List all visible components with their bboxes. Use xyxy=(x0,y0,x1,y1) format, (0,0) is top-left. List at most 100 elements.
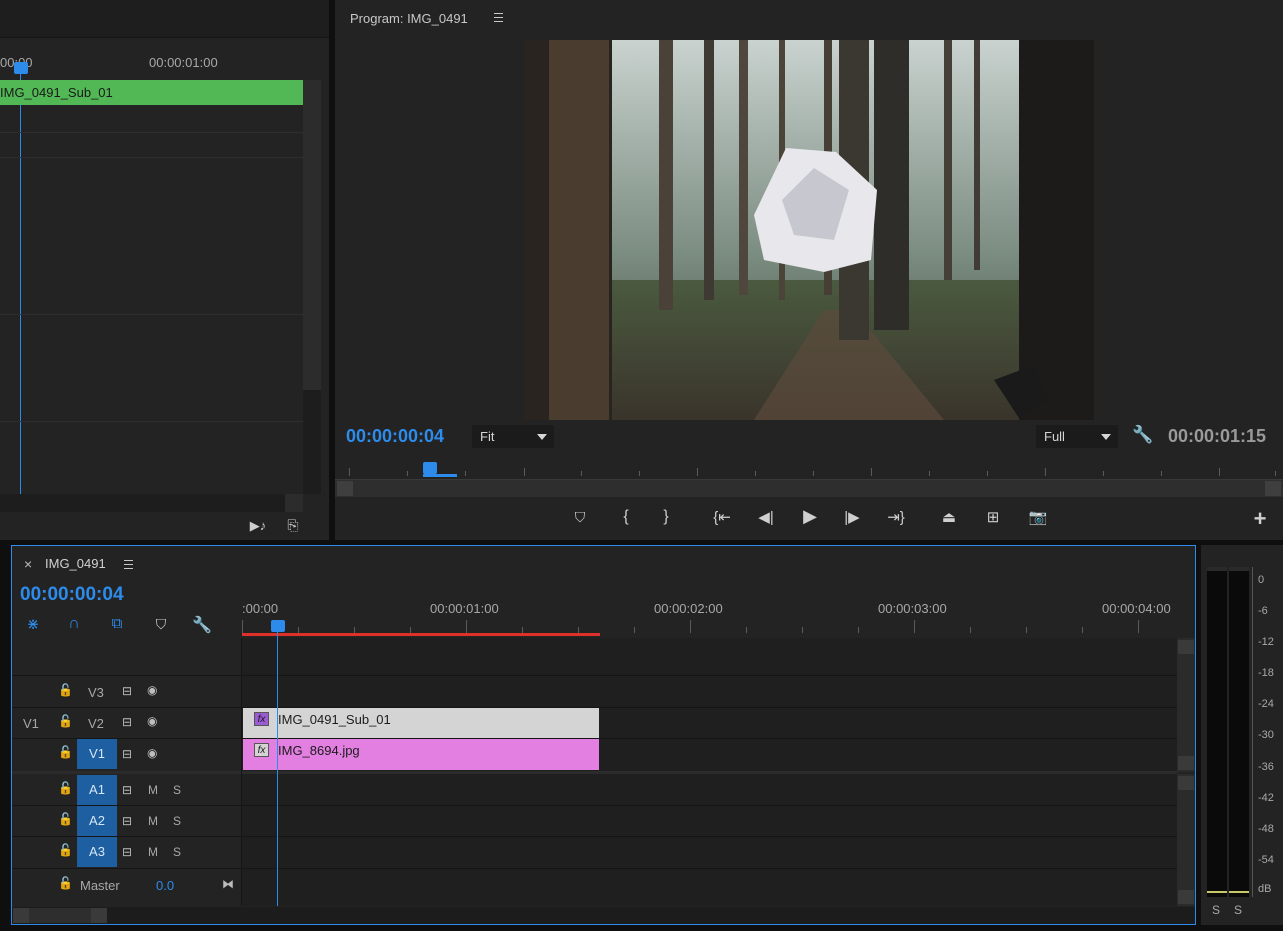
track-label-v2[interactable]: V2 xyxy=(88,716,104,731)
program-scroll-handle-right[interactable] xyxy=(1265,481,1281,496)
quality-select[interactable]: Full xyxy=(1036,425,1118,448)
program-timecode-duration: 00:00:01:15 xyxy=(1168,426,1267,446)
source-patch-v1[interactable]: V1 xyxy=(23,716,39,731)
solo-button-a1[interactable]: S xyxy=(173,783,181,797)
wrench-icon[interactable]: 🔧 xyxy=(192,615,212,635)
sync-lock-icon[interactable]: ⊟ xyxy=(122,845,132,859)
lock-icon[interactable]: 🔓 xyxy=(58,843,73,857)
program-timecode-current[interactable]: 00:00:00:04 xyxy=(346,426,444,447)
lock-icon[interactable]: 🔓 xyxy=(58,876,73,890)
track-target-v1[interactable]: V1 xyxy=(77,739,117,769)
work-area-bar[interactable] xyxy=(242,633,600,636)
lift-icon[interactable]: ⏏ xyxy=(936,508,962,526)
source-vertical-scrollbar[interactable] xyxy=(303,80,321,494)
source-ruler-mid: 00:00:01:00 xyxy=(149,55,218,70)
sync-lock-icon[interactable]: ⊟ xyxy=(122,783,132,797)
row-divider xyxy=(12,675,1177,676)
chevron-down-icon xyxy=(537,434,547,440)
solo-left-button[interactable]: S xyxy=(1212,903,1220,917)
insert-icon[interactable]: ▶♪ xyxy=(248,518,268,534)
sequence-tab-title[interactable]: IMG_0491 xyxy=(45,556,106,571)
go-to-in-icon[interactable]: {⇤ xyxy=(709,508,735,526)
add-marker-icon[interactable]: ⛉ xyxy=(151,616,171,633)
source-playhead-handle[interactable] xyxy=(14,62,28,74)
sync-lock-icon[interactable]: ⊟ xyxy=(122,715,132,729)
source-horizontal-scroll-thumb[interactable] xyxy=(0,494,285,512)
step-forward-icon[interactable]: |▶ xyxy=(841,508,863,526)
lock-icon[interactable]: 🔓 xyxy=(58,714,73,728)
timeline-horizontal-scrollbar[interactable] xyxy=(12,907,1195,924)
extract-icon[interactable]: ⊞ xyxy=(980,508,1006,526)
mark-in-icon[interactable]: { xyxy=(616,508,636,526)
meter-scale-24: -24 xyxy=(1258,698,1274,710)
clip-v2-label: IMG_0491_Sub_01 xyxy=(278,712,391,727)
program-monitor: Program: IMG_0491 00:00:00:04 Fit Full 🔧… xyxy=(335,0,1283,540)
program-mini-ruler[interactable] xyxy=(335,460,1283,480)
mute-button-a1[interactable]: M xyxy=(148,783,158,797)
sync-lock-icon[interactable]: ⊟ xyxy=(122,814,132,828)
overwrite-icon[interactable]: ⎘ xyxy=(283,517,303,534)
lock-icon[interactable]: 🔓 xyxy=(58,683,73,697)
lock-icon[interactable]: 🔓 xyxy=(58,781,73,795)
hamburger-icon[interactable] xyxy=(124,560,133,569)
clip-v1[interactable]: fx IMG_8694.jpg xyxy=(243,739,599,770)
sync-lock-icon[interactable]: ⊟ xyxy=(122,684,132,698)
audio-meter-left-channel xyxy=(1207,567,1227,897)
fx-badge: fx xyxy=(254,712,269,726)
header-column-divider xyxy=(241,638,242,906)
add-marker-icon[interactable]: ⛉ xyxy=(570,509,590,526)
lock-icon[interactable]: 🔓 xyxy=(58,745,73,759)
lock-icon[interactable]: 🔓 xyxy=(58,812,73,826)
mute-button-a3[interactable]: M xyxy=(148,845,158,859)
source-vertical-scroll-thumb[interactable] xyxy=(303,390,321,494)
timeline-playhead-handle[interactable] xyxy=(271,620,285,632)
sync-lock-icon[interactable]: ⊟ xyxy=(122,747,132,761)
track-target-a2[interactable]: A2 xyxy=(77,806,117,836)
program-zoom-scrollbar[interactable] xyxy=(335,480,1283,497)
timeline-vertical-scrollbar-audio[interactable] xyxy=(1177,774,1195,906)
nest-toggle-icon[interactable]: ⋇ xyxy=(22,615,44,633)
fit-select-value: Fit xyxy=(480,429,495,444)
timeline-ruler[interactable]: :00:00 00:00:01:00 00:00:02:00 00:00:03:… xyxy=(242,598,1177,636)
timeline-vertical-scrollbar-video[interactable] xyxy=(1177,638,1195,772)
program-monitor-title: Program: IMG_0491 xyxy=(350,11,468,26)
solo-button-a3[interactable]: S xyxy=(173,845,181,859)
eye-icon[interactable]: ◉ xyxy=(147,683,157,697)
source-clip[interactable]: IMG_0491_Sub_01 xyxy=(0,80,303,105)
step-back-icon[interactable]: ◀| xyxy=(755,508,777,526)
linked-selection-icon[interactable]: ⧉ xyxy=(106,615,128,632)
mark-out-icon[interactable]: } xyxy=(656,508,676,526)
clip-v1-label: IMG_8694.jpg xyxy=(278,743,360,758)
timeline-close-icon[interactable]: × xyxy=(24,556,32,572)
timeline-scroll-handle-left[interactable] xyxy=(13,908,29,923)
go-to-next-edit-icon[interactable]: ⧓ xyxy=(222,877,234,891)
ruler-label-4: 00:00:04:00 xyxy=(1102,601,1171,616)
source-horizontal-scrollbar[interactable] xyxy=(0,494,303,512)
timeline-scroll-thumb[interactable] xyxy=(29,908,91,923)
go-to-out-icon[interactable]: ⇥} xyxy=(883,508,909,526)
play-icon[interactable]: ▶ xyxy=(799,506,821,527)
export-frame-icon[interactable]: 📷 xyxy=(1027,508,1049,526)
solo-button-a2[interactable]: S xyxy=(173,814,181,828)
track-target-a1[interactable]: A1 xyxy=(77,775,117,805)
meter-scale-6: -6 xyxy=(1258,605,1268,617)
meter-scale-54: -54 xyxy=(1258,854,1274,866)
timeline-timecode[interactable]: 00:00:00:04 xyxy=(20,584,124,606)
fit-select[interactable]: Fit xyxy=(472,425,554,448)
add-button[interactable]: + xyxy=(1250,506,1270,532)
track-label-v3[interactable]: V3 xyxy=(88,685,104,700)
hamburger-icon[interactable] xyxy=(494,13,503,22)
solo-right-button[interactable]: S xyxy=(1234,903,1242,917)
snap-icon[interactable]: ∩ xyxy=(63,615,85,633)
timeline-scroll-handle-right[interactable] xyxy=(91,908,107,923)
program-scroll-handle-left[interactable] xyxy=(337,481,353,496)
ruler-label-1: 00:00:01:00 xyxy=(430,601,499,616)
clip-v2[interactable]: fx IMG_0491_Sub_01 xyxy=(243,708,599,738)
eye-icon[interactable]: ◉ xyxy=(147,714,157,728)
master-volume-value[interactable]: 0.0 xyxy=(156,878,174,893)
track-target-a3[interactable]: A3 xyxy=(77,837,117,867)
mute-button-a2[interactable]: M xyxy=(148,814,158,828)
eye-icon[interactable]: ◉ xyxy=(147,746,157,760)
program-playhead-handle[interactable] xyxy=(423,462,437,474)
wrench-icon[interactable]: 🔧 xyxy=(1132,425,1153,445)
